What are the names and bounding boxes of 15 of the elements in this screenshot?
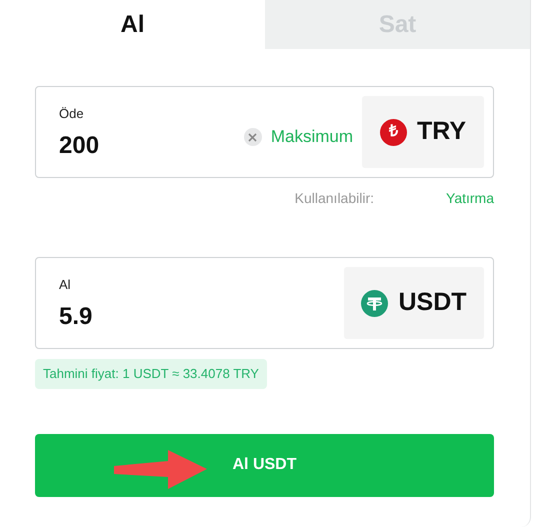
amount-field[interactable]: Al 5.9 USDT — [35, 257, 494, 349]
tether-coin-icon — [361, 290, 388, 316]
available-label: Kullanılabilir: — [294, 188, 374, 208]
field-label: Öde — [59, 106, 85, 120]
field-label: Al — [59, 278, 72, 290]
price-estimate-badge: Tahmini fiyat: 1 USDT ≈ 33.4078 TRY — [35, 359, 267, 388]
close-icon — [248, 132, 258, 142]
lira-coin-icon: ₺ — [380, 118, 407, 146]
amount-value: 5.9 — [59, 304, 94, 328]
clear-button[interactable] — [244, 128, 262, 146]
amount-value: 200 — [59, 134, 100, 158]
amount-field[interactable]: Öde 200 Maksimum ₺ TRY — [35, 86, 494, 178]
currency-selector[interactable]: USDT — [344, 267, 484, 339]
arrow-icon — [114, 450, 207, 488]
currency-selector[interactable]: ₺ TRY — [362, 96, 484, 168]
